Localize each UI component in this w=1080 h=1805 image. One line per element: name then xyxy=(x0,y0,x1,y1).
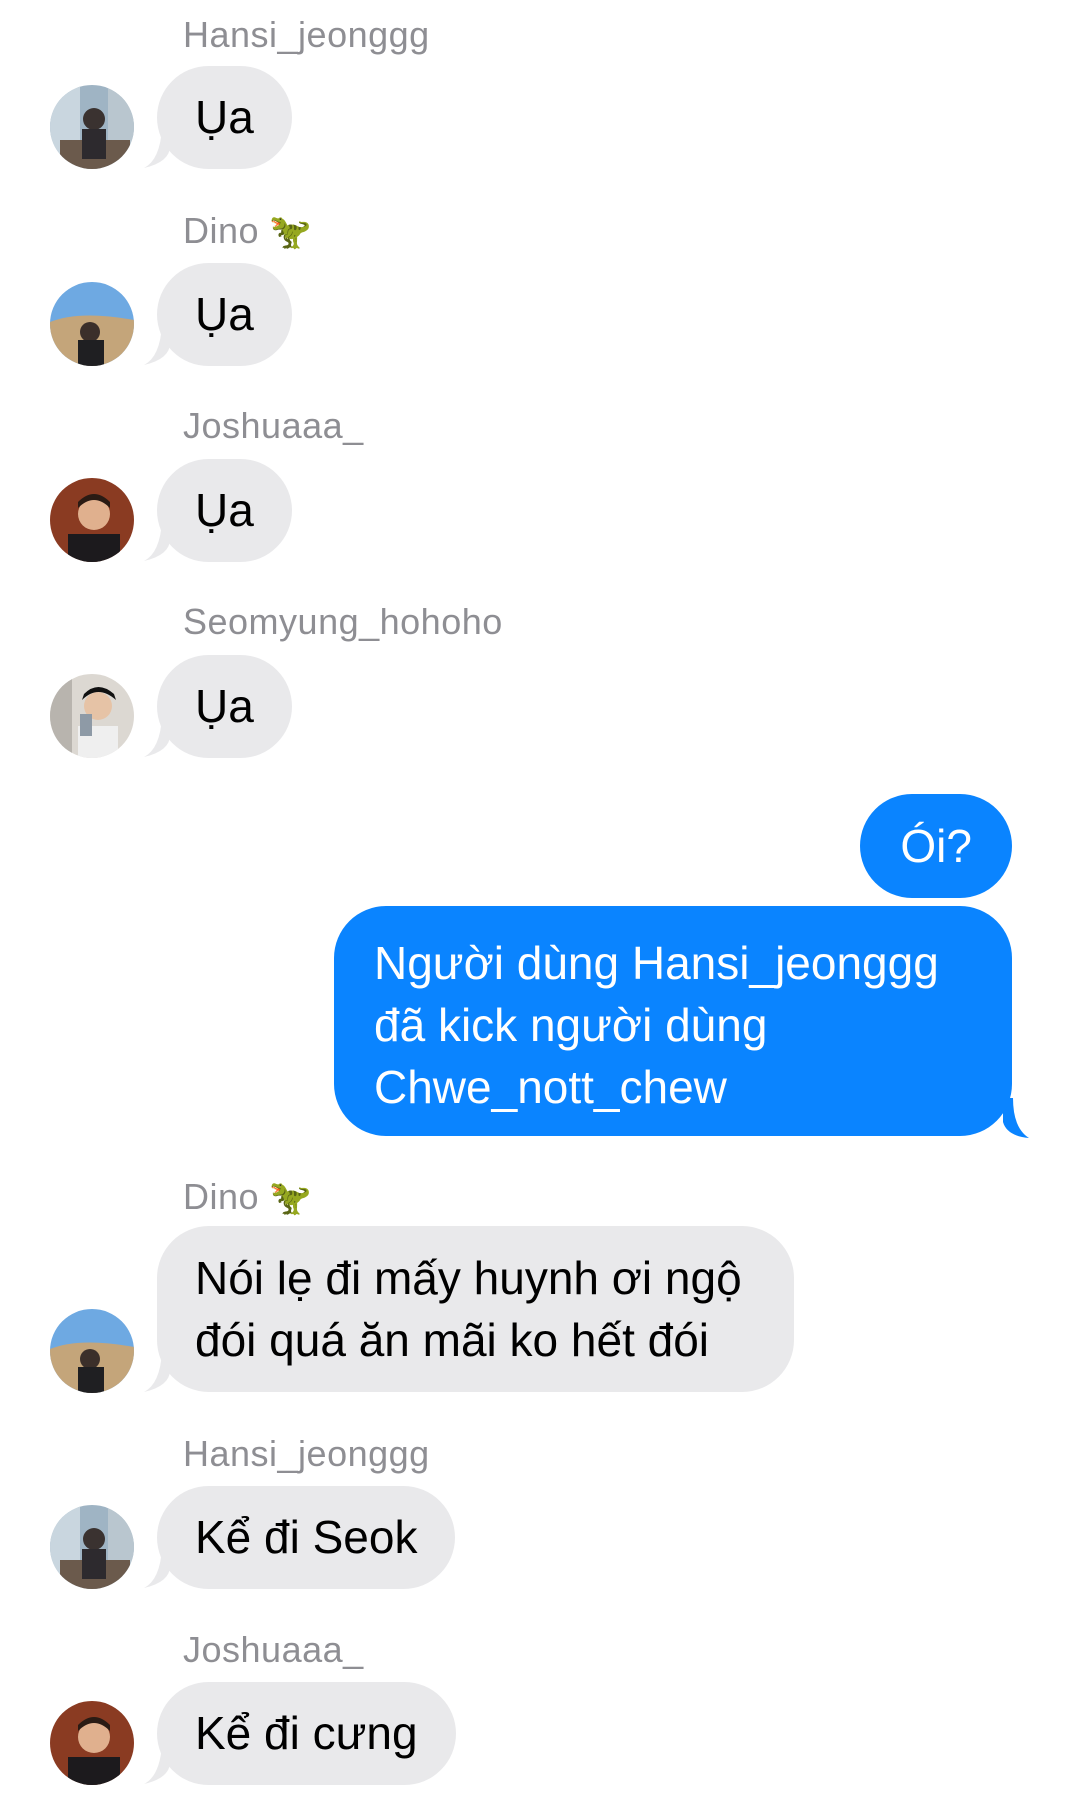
message-line: Chwe_nott_chew xyxy=(374,1061,727,1113)
sender-name: Joshuaaa_ xyxy=(183,405,364,446)
sender-name: Joshuaaa_ xyxy=(183,1629,364,1670)
avatar[interactable] xyxy=(50,1309,134,1393)
message-text: Ụa xyxy=(195,288,254,340)
avatar[interactable] xyxy=(50,674,134,758)
sender-name: Hansi_jeonggg xyxy=(183,1433,430,1474)
message-line: Nói lẹ đi mấy huynh ơi ngộ xyxy=(195,1252,742,1304)
avatar[interactable] xyxy=(50,85,134,169)
sender-name: Dino 🦖 xyxy=(183,210,312,252)
avatar[interactable] xyxy=(50,478,134,562)
message-bubble[interactable]: Ụa xyxy=(157,655,292,758)
message-text: Ụa xyxy=(195,680,254,732)
message-bubble[interactable]: Nói lẹ đi mấy huynh ơi ngộ đói quá ăn mã… xyxy=(157,1226,794,1392)
message-bubble[interactable]: Kể đi cưng xyxy=(157,1682,456,1785)
dinosaur-emoji-icon: 🦖 xyxy=(269,1178,312,1218)
message-text: Ụa xyxy=(195,484,254,536)
sender-name: Hansi_jeonggg xyxy=(183,14,430,55)
bubble-tail xyxy=(1003,1098,1029,1138)
message-text: Ụa xyxy=(195,91,254,143)
outgoing-message-bubble[interactable]: Người dùng Hansi_jeonggg đã kick người d… xyxy=(334,906,1012,1136)
message-text: Kể đi cưng xyxy=(195,1707,418,1759)
message-line: Người dùng Hansi_jeonggg xyxy=(374,937,939,989)
message-text: Kể đi Seok xyxy=(195,1511,418,1563)
message-bubble[interactable]: Ụa xyxy=(157,66,292,169)
message-bubble[interactable]: Ụa xyxy=(157,263,292,366)
avatar[interactable] xyxy=(50,282,134,366)
message-line: đói quá ăn mãi ko hết đói xyxy=(195,1314,710,1366)
avatar[interactable] xyxy=(50,1505,134,1589)
outgoing-message-bubble[interactable]: Ói? xyxy=(860,794,1012,898)
sender-name: Dino 🦖 xyxy=(183,1176,312,1218)
message-text: Ói? xyxy=(900,820,972,872)
sender-name: Seomyung_hohoho xyxy=(183,601,503,642)
message-bubble[interactable]: Ụa xyxy=(157,459,292,562)
dinosaur-emoji-icon: 🦖 xyxy=(269,212,312,252)
sender-name-text: Dino xyxy=(183,210,260,251)
message-bubble[interactable]: Kể đi Seok xyxy=(157,1486,456,1589)
avatar[interactable] xyxy=(50,1701,134,1785)
sender-name-text: Dino xyxy=(183,1176,260,1217)
message-line: đã kick người dùng xyxy=(374,999,768,1051)
